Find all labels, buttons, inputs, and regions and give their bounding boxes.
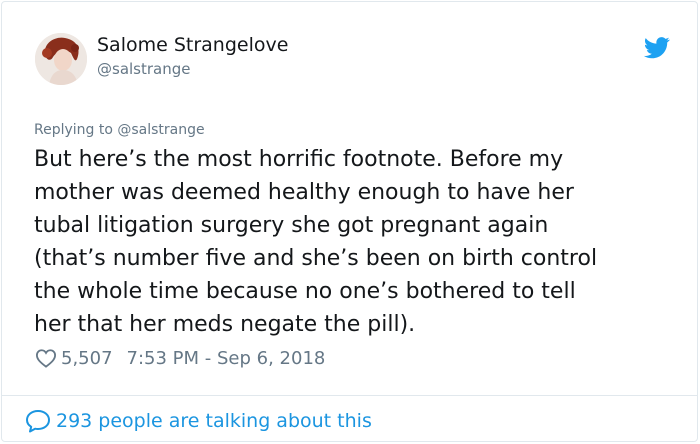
talking-link[interactable]: 293 people are talking about this — [25, 407, 372, 435]
talking-label[interactable]: 293 people are talking about this — [56, 410, 372, 432]
heart-icon[interactable] — [35, 348, 57, 368]
twitter-bird-icon[interactable] — [643, 37, 670, 59]
author-name[interactable]: Salome Strangelove — [97, 34, 288, 56]
tweet-line: (that’s number five and she’s been on bi… — [34, 246, 598, 271]
tweet-line: the whole time because no one’s bothered… — [34, 279, 576, 304]
avatar[interactable] — [35, 33, 87, 85]
tweet-line: But here’s the most horrific footnote. B… — [34, 147, 564, 172]
tweet-line: tubal litigation surgery she got pregnan… — [34, 213, 549, 238]
comment-bubble-icon — [25, 409, 51, 433]
tweet-text: But here’s the most horrific footnote. B… — [34, 143, 674, 341]
timestamp[interactable]: 7:53 PM - Sep 6, 2018 — [127, 348, 326, 369]
tweet-line: mother was deemed healthy enough to have… — [34, 180, 574, 205]
author-handle[interactable]: @salstrange — [97, 60, 191, 78]
tweet-meta: 5,507 7:53 PM - Sep 6, 2018 — [35, 345, 325, 371]
tweet-card: Salome Strangelove @salstrange Replying … — [1, 1, 698, 442]
tweet-line: her that her meds negate the pill). — [34, 312, 416, 337]
replying-to[interactable]: Replying to @salstrange — [34, 122, 205, 138]
like-count[interactable]: 5,507 — [61, 348, 113, 369]
divider — [2, 395, 697, 396]
